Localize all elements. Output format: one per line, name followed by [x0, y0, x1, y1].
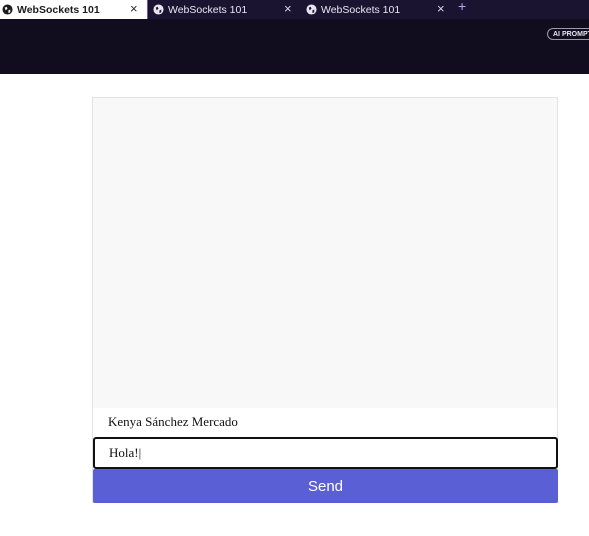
tab-3[interactable]: WebSockets 101 ×: [306, 0, 453, 19]
tab-3-close-icon[interactable]: ×: [437, 0, 445, 19]
messages-area: [93, 98, 557, 408]
tab-2-close-icon[interactable]: ×: [284, 0, 292, 19]
globe-icon: [2, 4, 13, 15]
tab-2-title: WebSockets 101: [168, 3, 248, 16]
new-tab-icon[interactable]: +: [458, 0, 466, 14]
tab-1-close-icon[interactable]: ×: [130, 0, 138, 19]
browser-toolbar: [0, 19, 589, 74]
tab-2[interactable]: WebSockets 101 ×: [153, 0, 300, 19]
tab-bar: WebSockets 101 × WebSockets 101 × WebSoc…: [0, 0, 589, 19]
tab-1[interactable]: WebSockets 101 ×: [0, 0, 147, 19]
globe-icon: [306, 4, 317, 15]
username-label: Kenya Sánchez Mercado: [108, 414, 238, 429]
message-input[interactable]: [93, 437, 558, 469]
globe-icon: [153, 4, 164, 15]
ai-prompt-button[interactable]: AI PROMPT: [547, 28, 589, 40]
send-button[interactable]: Send: [93, 469, 558, 503]
tab-divider: [147, 0, 148, 19]
tab-1-title: WebSockets 101: [17, 3, 100, 16]
tab-3-title: WebSockets 101: [321, 3, 401, 16]
